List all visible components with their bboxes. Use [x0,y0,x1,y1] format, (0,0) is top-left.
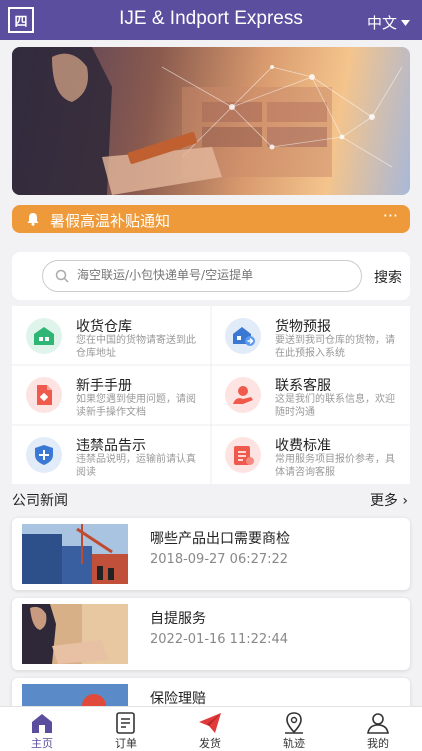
service-title: 收货仓库 [76,319,132,335]
pricing-icon [225,437,261,473]
news-section-header: 公司新闻 更多 › [12,490,410,510]
manual-icon [26,377,62,413]
search-button[interactable]: 搜索 [374,267,402,287]
warehouse-icon [26,318,62,354]
news-thumbnail [22,524,128,584]
news-item-title: 自提服务 [150,611,206,627]
notice-text: 暑假高温补贴通知 [50,212,171,230]
tab-label: 轨迹 [283,737,305,750]
service-prohibited-items[interactable]: 违禁品告示 违禁品说明，运输前请认真阅读 [12,425,211,484]
service-beginner-manual[interactable]: 新手手册 如果您遇到使用问题，请阅读新手操作文档 [12,365,211,424]
language-label: 中文 [366,14,397,32]
service-desc: 要送到我司仓库的货物，请在此预报入系统 [275,335,395,359]
notice-bar[interactable]: 暑假高温补贴通知 ··· [12,205,410,233]
service-grid: 收货仓库 您在中国的货物请寄送到此仓库地址 货物预报 要送到我司仓库的货物，请在… [12,306,410,484]
location-pin-icon [285,712,303,734]
service-cargo-forecast[interactable]: 货物预报 要送到我司仓库的货物，请在此预报入系统 [211,306,410,365]
service-desc: 这是我们的联系信息，欢迎随时沟通 [275,394,395,418]
news-item-date: 2018-09-27 06:27:22 [150,552,289,567]
service-title: 货物预报 [275,319,331,335]
service-title: 收费标准 [275,438,331,454]
service-desc: 您在中国的货物请寄送到此仓库地址 [76,335,196,359]
news-item-date: 2022-01-16 11:22:44 [150,632,289,647]
service-receiving-warehouse[interactable]: 收货仓库 您在中国的货物请寄送到此仓库地址 [12,306,211,365]
bell-icon [27,213,39,226]
search-input[interactable] [75,267,359,283]
more-icon[interactable]: ··· [383,206,398,225]
orders-icon [116,712,135,734]
app-title: IJE & Indport Express [119,8,303,29]
service-title: 违禁品告示 [76,438,146,454]
cargo-forecast-icon [225,318,261,354]
news-more-link[interactable]: 更多 › [370,490,408,510]
tab-home[interactable]: 主页 [0,707,84,751]
banner-illustration [12,47,403,195]
service-desc: 违禁品说明，运输前请认真阅读 [76,454,196,478]
service-customer-support[interactable]: 联系客服 这是我们的联系信息，欢迎随时沟通 [211,365,410,424]
tab-orders[interactable]: 订单 [84,707,168,751]
tab-label: 我的 [367,737,389,750]
tab-label: 主页 [31,737,53,750]
search-box[interactable] [42,260,362,292]
tab-label: 发货 [199,737,221,750]
news-thumbnail [22,604,128,664]
tab-ship[interactable]: 发货 [168,707,252,751]
search-card: 搜索 [12,252,410,300]
paper-plane-icon [199,713,221,733]
language-selector[interactable]: 中文 [367,12,410,33]
news-item[interactable]: 自提服务 2022-01-16 11:22:44 [12,598,410,670]
tab-profile[interactable]: 我的 [336,707,420,751]
tab-label: 订单 [115,737,137,750]
service-title: 联系客服 [275,378,331,394]
tab-tracking[interactable]: 轨迹 [252,707,336,751]
service-title: 新手手册 [76,378,132,394]
user-icon [367,713,389,734]
news-item-title: 保险理赔 [150,691,206,707]
service-pricing[interactable]: 收费标准 常用服务项目报价参考，具体请咨询客服 [211,425,410,484]
prohibited-notice-icon [26,437,62,473]
bottom-tab-bar: 主页 订单 发货 轨迹 我的 [0,706,422,751]
app-header: 四 IJE & Indport Express 中文 [0,0,422,40]
news-item[interactable]: 哪些产品出口需要商检 2018-09-27 06:27:22 [12,518,410,590]
news-item-title: 哪些产品出口需要商检 [150,531,290,547]
service-desc: 常用服务项目报价参考，具体请咨询客服 [275,454,395,478]
service-desc: 如果您遇到使用问题，请阅读新手操作文档 [76,394,196,418]
news-section-title: 公司新闻 [12,493,68,509]
promo-banner[interactable] [12,47,410,195]
home-icon [32,714,52,733]
chevron-down-icon [401,19,410,26]
search-icon [55,269,69,283]
support-icon [225,377,261,413]
